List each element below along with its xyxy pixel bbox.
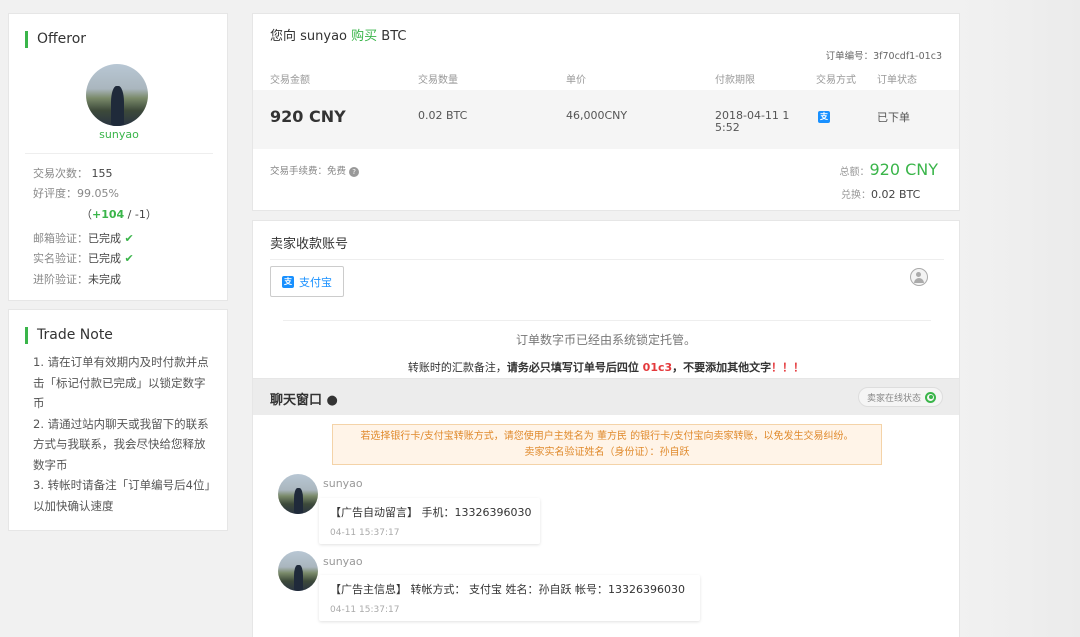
divider xyxy=(25,153,213,154)
order-title: 您向 sunyao 购买 BTC xyxy=(270,29,407,44)
trade-note-line: 1. 请在订单有效期内及时付款并点击「标记付款已完成」以锁定数字币 xyxy=(33,355,209,410)
escrow-notice: 订单数字币已经由系统锁定托管。 xyxy=(515,333,696,347)
message-time: 04-11 15:37:17 xyxy=(330,605,400,615)
warning-box: 若选择银行卡/支付宝转账方式，请您使用户主姓名为 董方民 的银行卡/支付宝向卖家… xyxy=(332,424,882,465)
alipay-icon: 支 xyxy=(818,111,830,123)
header-amount: 交易金额 xyxy=(270,75,310,86)
trade-note-line: 2. 请通过站内聊天或我留下的联系方式与我联系，我会尽快给您释放数字币 xyxy=(33,416,209,472)
header-price: 单价 xyxy=(566,75,586,86)
check-icon: ✔ xyxy=(124,232,134,245)
background-right xyxy=(960,0,1080,637)
divider xyxy=(283,320,931,321)
total: 总额：920 CNY xyxy=(839,160,938,179)
check-icon: ✔ xyxy=(124,252,134,265)
order-amount: 920 CNY xyxy=(270,107,346,126)
email-verification: 邮箱验证：已完成 ✔ xyxy=(33,232,134,245)
offeror-avatar[interactable] xyxy=(86,64,148,126)
trade-note-panel: Trade Note 1. 请在订单有效期内及时付款并点击「标记付款已完成」以锁… xyxy=(8,309,228,531)
offeror-name[interactable]: sunyao xyxy=(9,128,229,141)
online-status-icon xyxy=(925,391,936,403)
order-method: 支 xyxy=(818,109,830,123)
order-status: 已下单 xyxy=(877,111,910,124)
header-method: 交易方式 xyxy=(816,75,856,86)
chat-header: 聊天窗口 ● 卖家在线状态 xyxy=(253,379,959,415)
order-quantity: 0.02 BTC xyxy=(418,109,468,122)
alipay-label: 支付宝 xyxy=(299,275,332,289)
trade-note-lines: 1. 请在订单有效期内及时付款并点击「标记付款已完成」以锁定数字币 2. 请通过… xyxy=(33,352,215,516)
alipay-icon: 支 xyxy=(282,275,294,288)
advanced-verification: 进阶验证：未完成 xyxy=(33,273,121,286)
seller-online-status: 卖家在线状态 xyxy=(857,387,943,407)
message-bubble: 【广告自动留言】 手机：13326396030 04-11 15:37:17 xyxy=(319,498,540,544)
warning-line: 若选择银行卡/支付宝转账方式，请您使用户主姓名为 董方民 的银行卡/支付宝向卖家… xyxy=(360,431,854,442)
seller-account-title: 卖家收款账号 xyxy=(270,237,349,252)
order-price: 46,000CNY xyxy=(566,109,628,122)
chat-title: 聊天窗口 ● xyxy=(270,393,338,408)
order-panel: 您向 sunyao 购买 BTC 订单编号：3f70cdf1-01c3 交易金额… xyxy=(252,13,960,211)
trade-count: 交易次数： 155 xyxy=(33,167,113,180)
help-icon[interactable]: ? xyxy=(349,166,360,177)
trade-note-line: 3. 转帐时请备注「订单编号后4位」以加快确认速度 xyxy=(33,478,211,513)
alipay-button[interactable]: 支 支付宝 xyxy=(270,266,344,297)
user-icon[interactable] xyxy=(910,268,928,286)
offeror-title: Offeror xyxy=(25,31,86,48)
offeror-panel: Offeror sunyao 交易次数： 155 好评度：99.05% （+10… xyxy=(8,13,228,301)
convert: 兑换：0.02 BTC xyxy=(841,188,921,201)
message-user: sunyao xyxy=(323,477,363,490)
message-avatar[interactable] xyxy=(278,551,318,591)
chat-panel: 聊天窗口 ● 卖家在线状态 若选择银行卡/支付宝转账方式，请您使用户主姓名为 董… xyxy=(252,378,960,637)
trade-note-title: Trade Note xyxy=(25,327,113,344)
header-status: 订单状态 xyxy=(877,75,917,86)
message-bubble: 【广告主信息】 转帐方式： 支付宝 姓名：孙自跃 帐号：13326396030 … xyxy=(319,575,700,621)
realname-verification: 实名验证：已完成 ✔ xyxy=(33,252,134,265)
remark-notice: 转账时的汇款备注，请务必只填写订单号后四位 01c3，不要添加其他文字！！！ xyxy=(407,361,805,374)
message-text: 【广告主信息】 转帐方式： 支付宝 姓名：孙自跃 帐号：13326396030 xyxy=(330,583,685,596)
rating: 好评度：99.05% xyxy=(33,187,119,200)
divider xyxy=(270,259,944,260)
header-quantity: 交易数量 xyxy=(418,75,458,86)
message-text: 【广告自动留言】 手机：13326396030 xyxy=(330,506,532,519)
feedback-counts: （+104 / -1） xyxy=(81,208,157,221)
fee-info: 交易手续费：免费 ? xyxy=(270,163,360,177)
order-deadline: 2018-04-11 15:52 xyxy=(715,109,790,134)
seller-account-panel: 卖家收款账号 支 支付宝 订单数字币已经由系统锁定托管。 转账时的汇款备注，请务… xyxy=(252,220,960,380)
order-number: 订单编号：3f70cdf1-01c3 xyxy=(825,51,942,62)
chat-bubble-icon: ● xyxy=(326,393,338,408)
message-avatar[interactable] xyxy=(278,474,318,514)
header-deadline: 付款期限 xyxy=(715,75,755,86)
warning-line: 卖家实名验证姓名（身份证）：孙自跃 xyxy=(524,447,690,458)
message-time: 04-11 15:37:17 xyxy=(330,528,400,538)
message-user: sunyao xyxy=(323,555,363,568)
